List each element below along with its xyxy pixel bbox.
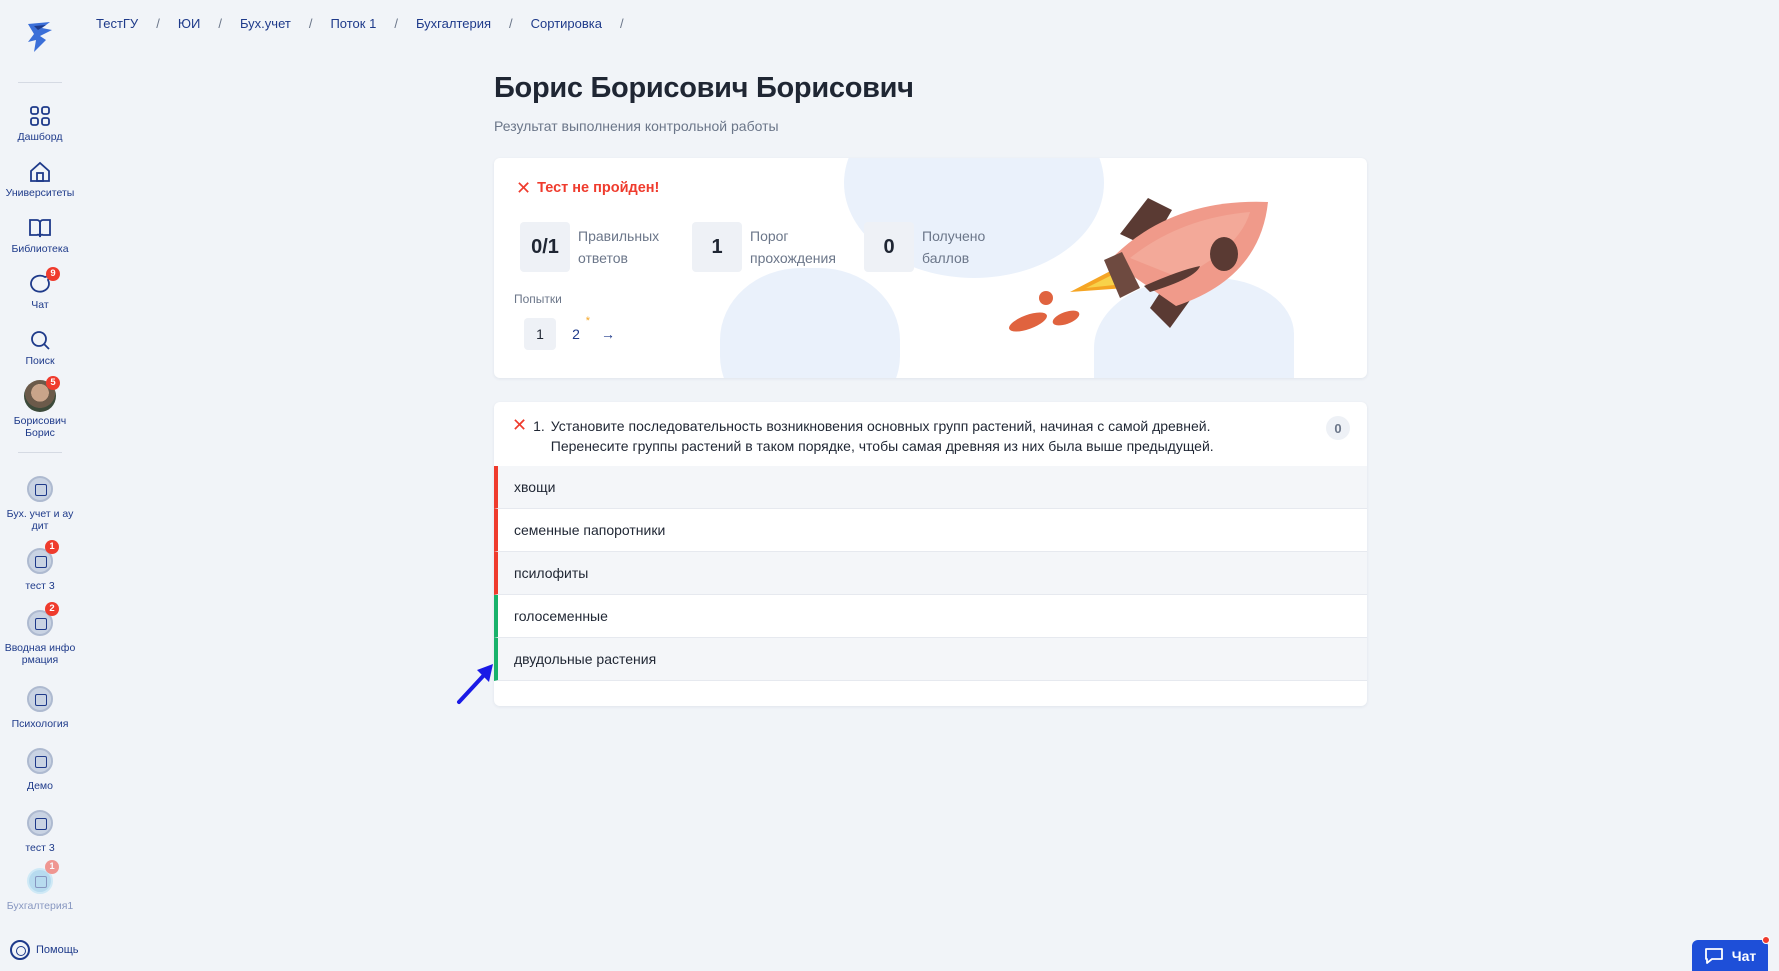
answer-item: двудольные растения xyxy=(494,638,1367,681)
breadcrumb-separator: / xyxy=(218,16,222,31)
sidebar-item-label: Дашборд xyxy=(17,131,63,143)
sidebar-item-label: Чат xyxy=(31,299,49,311)
attempt-number: 2 xyxy=(572,326,580,342)
sidebar-course-1[interactable]: 1 тест 3 xyxy=(0,540,80,592)
stat-value: 1 xyxy=(692,222,742,272)
sidebar-item-chat[interactable]: 9 Чат xyxy=(0,267,80,311)
status-text: Тест не пройден! xyxy=(537,180,660,196)
lifebuoy-icon xyxy=(10,940,30,960)
course-badge: 1 xyxy=(45,860,59,874)
sidebar-item-profile[interactable]: 5 Борисович Борис xyxy=(0,376,80,439)
question-card: ✕ 1. Установите последовательность возни… xyxy=(494,402,1367,706)
question-score: 0 xyxy=(1326,416,1350,440)
page-title: Борис Борисович Борисович xyxy=(494,72,914,104)
profile-badge: 5 xyxy=(46,376,60,390)
question-header: ✕ 1. Установите последовательность возни… xyxy=(512,416,1292,456)
course-icon: 1 xyxy=(27,540,59,574)
breadcrumb-item[interactable]: ТестГУ xyxy=(96,16,138,31)
breadcrumb-item[interactable]: Бухгалтерия xyxy=(416,16,491,31)
sidebar-item-library[interactable]: Библиотека xyxy=(0,216,80,255)
arrow-pointer-icon xyxy=(457,664,493,704)
sidebar-course-4[interactable]: Демо xyxy=(0,748,80,792)
course-icon: 2 xyxy=(27,602,59,636)
rocket-illustration xyxy=(1009,198,1268,332)
course-badge: 2 xyxy=(45,602,59,616)
breadcrumb-separator: / xyxy=(156,16,160,31)
sidebar-item-label: Университеты xyxy=(5,187,75,199)
attempt-button[interactable]: 2 * xyxy=(560,315,592,350)
answer-item: псилофиты xyxy=(494,552,1367,595)
help-label: Помощь xyxy=(36,944,79,956)
course-icon xyxy=(27,686,53,712)
breadcrumb-item[interactable]: Поток 1 xyxy=(330,16,376,31)
breadcrumb-separator: / xyxy=(308,16,313,31)
arrow-right-icon[interactable]: → xyxy=(596,318,620,350)
grid-icon xyxy=(28,104,52,128)
answer-item: хвощи xyxy=(494,466,1367,509)
stat-label: Порог прохождения xyxy=(750,228,836,266)
sidebar-course-2[interactable]: 2 Вводная инфо рмация xyxy=(0,602,80,666)
sidebar-course-0[interactable]: Бух. учет и ау дит xyxy=(0,476,80,532)
home-icon xyxy=(28,160,52,184)
chat-icon: 9 xyxy=(28,267,60,296)
attempt-button[interactable]: 1 xyxy=(524,318,556,350)
breadcrumb-item[interactable]: Сортировка xyxy=(531,16,602,31)
sidebar-item-search[interactable]: Поиск xyxy=(0,328,80,367)
sidebar-item-label: Библиотека xyxy=(11,243,69,255)
course-icon xyxy=(27,476,53,502)
close-icon: ✕ xyxy=(512,415,528,435)
result-card: ✕ Тест не пройден! 0/1 Правильных ответо… xyxy=(494,158,1367,378)
answer-item: голосеменные xyxy=(494,595,1367,638)
breadcrumb-separator: / xyxy=(509,16,513,31)
sidebar-item-universities[interactable]: Университеты xyxy=(0,160,80,199)
sidebar-item-dashboard[interactable]: Дашборд xyxy=(0,104,80,143)
sidebar-item-label: Поиск xyxy=(25,355,55,367)
sidebar: Дашборд Университеты Библиотека 9 Чат По… xyxy=(0,0,80,971)
breadcrumb-separator: / xyxy=(620,16,624,31)
sidebar-divider xyxy=(18,82,62,83)
book-icon xyxy=(28,216,52,240)
stat-label: Правильных ответов xyxy=(578,228,660,266)
stat-correct: 0/1 Правильных ответов xyxy=(520,222,678,272)
breadcrumb-item[interactable]: Бух.учет xyxy=(240,16,291,31)
chat-widget-button[interactable]: Чат xyxy=(1692,936,1770,971)
close-icon: ✕ xyxy=(516,178,532,198)
background-blob xyxy=(720,268,900,378)
attempts-list: 1 2 * → xyxy=(524,315,620,350)
question-number: 1. xyxy=(533,418,545,434)
chat-button-label: Чат xyxy=(1731,947,1757,964)
sidebar-divider xyxy=(18,452,62,453)
page-subtitle: Результат выполнения контрольной работы xyxy=(494,118,779,134)
course-icon: 1 xyxy=(27,860,59,894)
sidebar-course-6[interactable]: 1 Бухгалтерия1 xyxy=(0,860,80,912)
sidebar-course-3[interactable]: Психология xyxy=(0,686,80,730)
help-link[interactable]: Помощь xyxy=(10,940,79,960)
stat-threshold: 1 Порог прохождения xyxy=(692,222,850,272)
question-text: Установите последовательность возникнове… xyxy=(550,418,1214,454)
chat-badge: 9 xyxy=(46,267,60,281)
breadcrumb-item[interactable]: ЮИ xyxy=(178,16,200,31)
stats-row: 0/1 Правильных ответов 1 Порог прохожден… xyxy=(520,222,1022,272)
course-icon xyxy=(27,748,53,774)
stat-value: 0/1 xyxy=(520,222,570,272)
stat-value: 0 xyxy=(864,222,914,272)
profile-name: Борисович Борис xyxy=(13,415,67,439)
stat-points: 0 Получено баллов xyxy=(864,222,1022,272)
star-icon: * xyxy=(585,315,590,327)
search-icon xyxy=(28,328,52,352)
avatar: 5 xyxy=(24,376,60,412)
answer-item: семенные папоротники xyxy=(494,509,1367,552)
course-badge: 1 xyxy=(45,540,59,554)
chat-bubble-icon xyxy=(1704,947,1723,964)
attempts-label: Попытки xyxy=(514,292,562,306)
test-status: ✕ Тест не пройден! xyxy=(516,178,660,198)
breadcrumb-separator: / xyxy=(394,16,398,31)
app-logo[interactable] xyxy=(20,18,60,58)
course-icon xyxy=(27,810,53,836)
sidebar-course-5[interactable]: тест 3 xyxy=(0,810,80,854)
notification-dot xyxy=(1762,936,1770,944)
breadcrumb: ТестГУ / ЮИ / Бух.учет / Поток 1 / Бухга… xyxy=(96,16,642,31)
answers-list: хвощи семенные папоротники псилофиты гол… xyxy=(494,466,1367,681)
